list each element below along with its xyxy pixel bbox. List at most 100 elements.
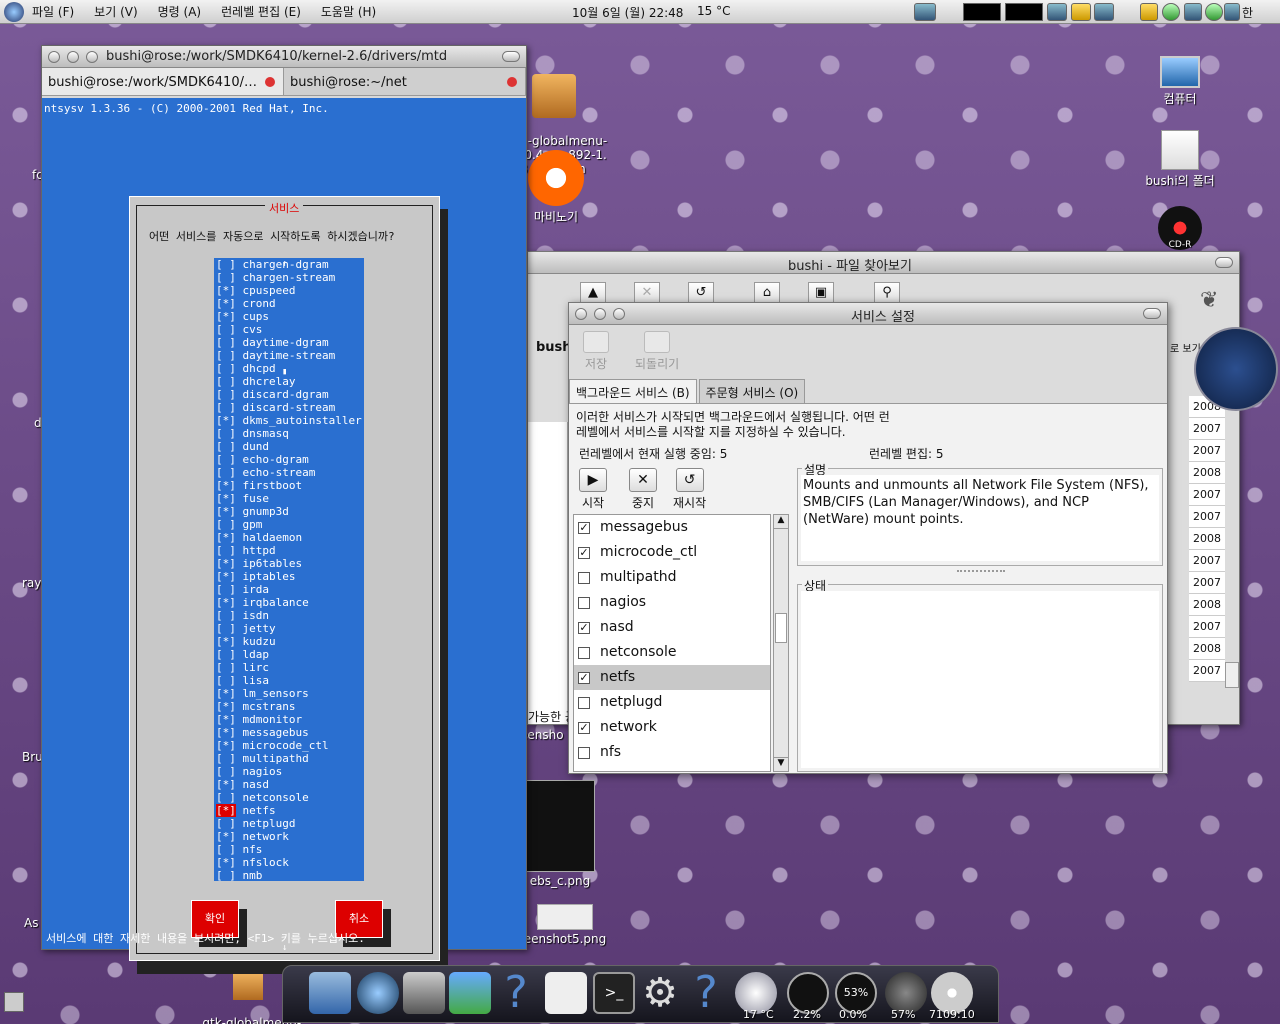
service-row[interactable]: [ ] lirc: [214, 661, 364, 674]
service-row[interactable]: [ ] daytime-stream: [214, 349, 364, 362]
settings-gear-icon[interactable]: ⚙: [639, 972, 681, 1014]
terminal-tab-1[interactable]: bushi@rose:/work/SMDK6410/…: [42, 68, 284, 95]
checklist-scrollbar[interactable]: ▲ ▼: [773, 514, 789, 772]
service-row[interactable]: [ ] httpd: [214, 544, 364, 557]
list-scrollbar[interactable]: [1225, 662, 1239, 688]
browser-icon[interactable]: [357, 972, 399, 1014]
keyboard-icon[interactable]: [1047, 3, 1067, 21]
service-row[interactable]: [ ] nagios: [214, 765, 364, 778]
quicktime-icon[interactable]: [403, 972, 445, 1014]
tab-close-icon[interactable]: [265, 77, 275, 87]
checked-box-icon[interactable]: ✓: [578, 521, 590, 534]
finder-icon[interactable]: [309, 972, 351, 1014]
panel-clock[interactable]: 10월 6일 (월) 22:48: [572, 4, 683, 21]
checklist-row[interactable]: ✓ network: [574, 715, 770, 740]
service-row[interactable]: [*] kudzu: [214, 635, 364, 648]
window-shade-button[interactable]: [1143, 308, 1161, 319]
battery-icon[interactable]: [914, 3, 936, 21]
desktop-icon-fragment[interactable]: ray: [22, 576, 41, 590]
status-icon[interactable]: [1205, 3, 1223, 21]
menu-file[interactable]: 파일 (F): [32, 3, 74, 20]
input-method-indicator[interactable]: 한: [1242, 4, 1253, 21]
service-row[interactable]: [*] lm_sensors: [214, 687, 364, 700]
terminal-tab-2[interactable]: bushi@rose:~/net: [284, 68, 526, 95]
desktop-icon-home[interactable]: bushi의 폴더: [1138, 130, 1222, 189]
newspaper-icon[interactable]: [545, 972, 587, 1014]
service-row[interactable]: [ ] dund: [214, 440, 364, 453]
service-row[interactable]: [*] messagebus: [214, 726, 364, 739]
window-shade-button[interactable]: [1215, 257, 1233, 268]
service-row[interactable]: [ ] daytime-dgram: [214, 336, 364, 349]
service-row[interactable]: [ ] netconsole: [214, 791, 364, 804]
checklist-row[interactable]: nagios: [574, 590, 770, 615]
menu-action[interactable]: 명령 (A): [158, 3, 201, 20]
desktop-icon-computer[interactable]: 컴퓨터: [1150, 56, 1210, 107]
save-button[interactable]: 저장: [583, 331, 609, 372]
service-row[interactable]: [ ] lisa: [214, 674, 364, 687]
minimize-icon[interactable]: [594, 308, 606, 320]
service-row[interactable]: [ ] chargen-dgram: [214, 258, 364, 271]
stop-button[interactable]: ✕ 중지: [629, 468, 657, 511]
network-icon[interactable]: [1184, 3, 1202, 21]
checklist-row[interactable]: ✓ messagebus: [574, 515, 770, 540]
service-row[interactable]: [*] firstboot: [214, 479, 364, 492]
maximize-icon[interactable]: [86, 51, 98, 63]
terminal-titlebar[interactable]: bushi@rose:/work/SMDK6410/kernel-2.6/dri…: [42, 46, 526, 68]
help-icon[interactable]: ?: [685, 971, 727, 1015]
service-row[interactable]: [*] crond: [214, 297, 364, 310]
stop-icon[interactable]: ✕: [634, 282, 660, 304]
checklist-row[interactable]: multipathd: [574, 565, 770, 590]
checklist-row[interactable]: ✓ microcode_ctl: [574, 540, 770, 565]
menu-help[interactable]: 도움말 (H): [321, 3, 376, 20]
service-row[interactable]: [*] haldaemon: [214, 531, 364, 544]
cpu-monitor-icon[interactable]: [963, 3, 1001, 21]
tab-close-icon[interactable]: [507, 77, 517, 87]
service-row[interactable]: [ ] irda: [214, 583, 364, 596]
service-row[interactable]: [ ] chargen-stream: [214, 271, 364, 284]
service-row[interactable]: [*] ip6tables: [214, 557, 364, 570]
desktop-icon-mabinogi[interactable]: 마비노기: [524, 150, 588, 225]
service-row[interactable]: [ ] dnsmasq: [214, 427, 364, 440]
scroll-up-icon[interactable]: ▲: [774, 515, 788, 529]
service-row[interactable]: [*] iptables: [214, 570, 364, 583]
checked-box-icon[interactable]: ✓: [578, 546, 590, 559]
help-icon[interactable]: ?: [495, 971, 537, 1015]
service-row[interactable]: [ ] echo-dgram: [214, 453, 364, 466]
service-row[interactable]: [*] cpuspeed: [214, 284, 364, 297]
service-row[interactable]: [ ] ldap: [214, 648, 364, 661]
service-row[interactable]: [ ] echo-stream: [214, 466, 364, 479]
service-config-titlebar[interactable]: 서비스 설정: [569, 303, 1167, 325]
revert-button[interactable]: 되돌리기: [635, 331, 679, 372]
unchecked-box-icon[interactable]: [578, 646, 590, 659]
fedora-logo-icon[interactable]: [4, 1, 24, 22]
checklist-row[interactable]: netconsole: [574, 640, 770, 665]
desktop-icon-png1[interactable]: ebs_c.png: [520, 780, 600, 888]
chat-icon[interactable]: [1162, 3, 1180, 21]
desktop-icon-fragment[interactable]: Bru: [22, 750, 43, 764]
service-row[interactable]: [ ] nfs: [214, 843, 364, 856]
service-row[interactable]: [*] nasd: [214, 778, 364, 791]
panel-weather[interactable]: 15 °C: [697, 4, 730, 18]
service-row[interactable]: [ ] cvs: [214, 323, 364, 336]
service-row[interactable]: [*] cups: [214, 310, 364, 323]
bluetooth-icon[interactable]: [1224, 3, 1240, 21]
checklist-row[interactable]: ✓ netfs: [574, 665, 770, 690]
up-icon[interactable]: ▲: [580, 282, 606, 304]
reload-icon[interactable]: ↺: [688, 282, 714, 304]
service-row[interactable]: [*] irqbalance: [214, 596, 364, 609]
menu-runlevel-edit[interactable]: 런레벨 편집 (E): [221, 3, 301, 20]
update-icon[interactable]: [1140, 3, 1158, 21]
unchecked-box-icon[interactable]: [578, 571, 590, 584]
service-row[interactable]: [ ] gpm: [214, 518, 364, 531]
pane-splitter[interactable]: [957, 570, 1005, 574]
menu-view[interactable]: 보기 (V): [94, 3, 137, 20]
location-fragment[interactable]: bush: [536, 340, 572, 355]
search-icon[interactable]: ⚲: [874, 282, 900, 304]
tab-ondemand-services[interactable]: 주문형 서비스 (O): [698, 379, 806, 405]
terminal-icon[interactable]: >_: [593, 972, 635, 1014]
net-monitor-icon[interactable]: [1005, 3, 1043, 21]
close-icon[interactable]: [48, 51, 60, 63]
computer-icon[interactable]: ▣: [808, 282, 834, 304]
folder-icon[interactable]: [1071, 3, 1091, 21]
unchecked-box-icon[interactable]: [578, 696, 590, 709]
